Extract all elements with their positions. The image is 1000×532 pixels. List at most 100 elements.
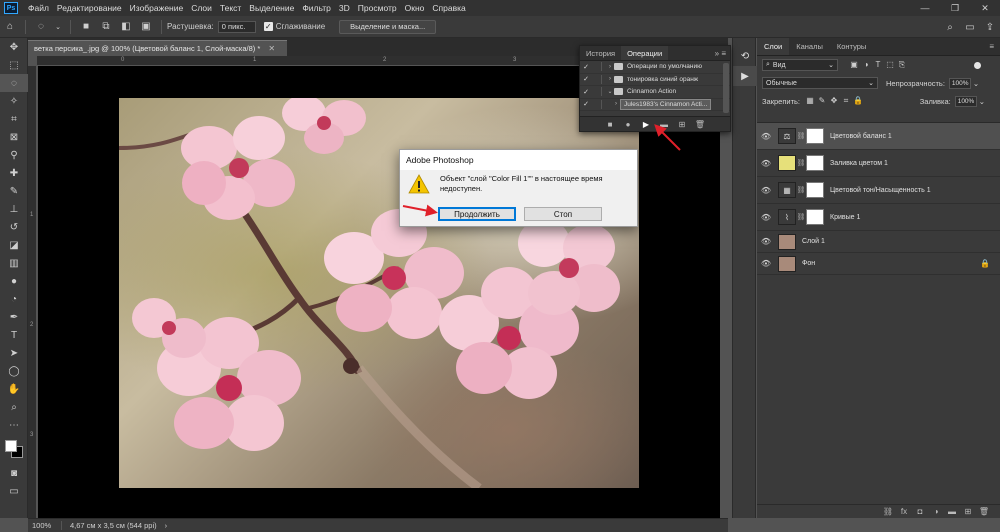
- dialog-toggle[interactable]: [592, 74, 602, 84]
- workspace-icon[interactable]: ▭: [963, 20, 977, 34]
- menu-3d[interactable]: 3D: [335, 3, 354, 13]
- eye-icon[interactable]: 👁: [757, 159, 775, 168]
- hand-tool-icon[interactable]: ✋: [0, 380, 28, 398]
- tab-actions[interactable]: Операции: [621, 46, 669, 60]
- dialog-toggle[interactable]: [592, 62, 602, 72]
- eye-icon[interactable]: 👁: [757, 237, 775, 246]
- eye-icon[interactable]: 👁: [757, 132, 775, 141]
- shape-tool-icon[interactable]: ◯: [0, 362, 28, 380]
- check-icon[interactable]: ✓: [580, 75, 592, 83]
- type-filter-icon[interactable]: T: [872, 60, 884, 70]
- antialias-checkbox[interactable]: ✓: [263, 22, 273, 31]
- eye-icon[interactable]: 👁: [757, 259, 775, 268]
- opacity-input[interactable]: 100%: [948, 77, 971, 89]
- zoom-level[interactable]: 100%: [28, 521, 62, 530]
- adjustment-filter-icon[interactable]: ◑: [860, 60, 872, 70]
- eraser-tool-icon[interactable]: ◪: [0, 236, 28, 254]
- link-icon[interactable]: ⛓: [796, 213, 806, 221]
- intersect-selection-icon[interactable]: ▣: [139, 20, 153, 34]
- share-icon[interactable]: ⇪: [983, 20, 997, 34]
- healing-brush-tool-icon[interactable]: ✚: [0, 164, 28, 182]
- action-set-row[interactable]: ✓ › Операции по умолчанию: [580, 61, 730, 74]
- chevron-down-icon[interactable]: ⌄: [606, 88, 614, 95]
- check-icon[interactable]: ✓: [580, 88, 592, 96]
- chevron-right-icon[interactable]: ›: [606, 76, 614, 82]
- fill-input[interactable]: 100%: [954, 95, 977, 107]
- check-icon[interactable]: ✓: [580, 63, 592, 71]
- minimize-icon[interactable]: —: [910, 0, 940, 16]
- dialog-toggle[interactable]: [592, 87, 602, 97]
- play-icon[interactable]: ▶: [637, 120, 655, 129]
- maximize-icon[interactable]: ❐: [940, 0, 970, 16]
- layer-mask-thumbnail[interactable]: [806, 182, 824, 198]
- layer-row[interactable]: 👁 ⚖ ⛓ Цветовой баланс 1: [757, 123, 1000, 150]
- link-layers-icon[interactable]: ⛓: [880, 507, 896, 516]
- menu-image[interactable]: Изображение: [126, 3, 188, 13]
- lock-icon[interactable]: 🔒: [980, 259, 990, 268]
- menu-select[interactable]: Выделение: [245, 3, 298, 13]
- smart-object-filter-icon[interactable]: ⎘: [896, 60, 908, 70]
- link-icon[interactable]: ⛓: [796, 159, 806, 167]
- new-action-icon[interactable]: ⊞: [673, 120, 691, 129]
- shape-filter-icon[interactable]: ⬚: [884, 60, 896, 70]
- menu-help[interactable]: Справка: [428, 3, 469, 13]
- chevron-down-icon[interactable]: ⌄: [54, 20, 62, 34]
- layer-mask-thumbnail[interactable]: [806, 209, 824, 225]
- chevron-down-icon[interactable]: ⌄: [973, 79, 979, 88]
- chevron-right-icon[interactable]: ›: [165, 521, 168, 530]
- dodge-tool-icon[interactable]: ◔: [0, 290, 28, 308]
- new-layer-icon[interactable]: ⊞: [960, 507, 976, 516]
- action-set-row[interactable]: ✓ › тонировка синий оранж: [580, 74, 730, 86]
- new-group-icon[interactable]: ▬: [944, 507, 960, 516]
- layer-filter-select[interactable]: ⌕ Вид ⌄: [762, 59, 838, 71]
- add-selection-icon[interactable]: ⧉: [99, 20, 113, 34]
- layer-row[interactable]: 👁 ⛓ Заливка цветом 1: [757, 150, 1000, 177]
- menu-view[interactable]: Просмотр: [354, 3, 401, 13]
- layer-row[interactable]: 👁 ⌇ ⛓ Кривые 1: [757, 204, 1000, 231]
- fx-icon[interactable]: fx: [896, 507, 912, 516]
- subtract-selection-icon[interactable]: ◧: [119, 20, 133, 34]
- adjustment-layer-icon[interactable]: ◑: [928, 507, 944, 516]
- record-icon[interactable]: ●: [619, 120, 637, 129]
- tab-channels[interactable]: Каналы: [789, 38, 830, 55]
- tab-paths[interactable]: Контуры: [830, 38, 873, 55]
- chevron-right-icon[interactable]: ›: [612, 101, 620, 107]
- menu-filter[interactable]: Фильтр: [298, 3, 335, 13]
- close-icon[interactable]: ✕: [970, 0, 1000, 16]
- select-and-mask-button[interactable]: Выделение и маска...: [339, 19, 437, 34]
- stamp-tool-icon[interactable]: ⊥: [0, 200, 28, 218]
- magic-wand-tool-icon[interactable]: ✧: [0, 92, 28, 110]
- check-icon[interactable]: ✓: [580, 100, 592, 108]
- continue-button[interactable]: Продолжить: [438, 207, 516, 221]
- lock-artboard-icon[interactable]: ⌗: [840, 96, 852, 106]
- trash-icon[interactable]: 🗑: [691, 120, 709, 129]
- marquee-tool-icon[interactable]: ⬚: [0, 56, 28, 74]
- lock-all-icon[interactable]: 🔒: [852, 96, 864, 106]
- menu-window[interactable]: Окно: [401, 3, 429, 13]
- gradient-tool-icon[interactable]: ▥: [0, 254, 28, 272]
- new-set-icon[interactable]: ▬: [655, 120, 673, 129]
- menu-layers[interactable]: Слои: [187, 3, 216, 13]
- layer-row[interactable]: 👁 Слой 1: [757, 231, 1000, 253]
- pixel-filter-icon[interactable]: ▣: [848, 60, 860, 70]
- lasso-tool-icon[interactable]: ◌: [0, 74, 28, 92]
- move-tool-icon[interactable]: ✥: [0, 38, 28, 56]
- panel-menu-icon[interactable]: » ≡: [711, 46, 730, 60]
- document-tab[interactable]: ветка персика_.jpg @ 100% (Цветовой бала…: [28, 40, 288, 56]
- action-set-row[interactable]: ✓ ⌄ Cinnamon Action: [580, 86, 730, 99]
- crop-tool-icon[interactable]: ⌗: [0, 110, 28, 128]
- tab-layers[interactable]: Слои: [757, 38, 790, 55]
- dialog-toggle[interactable]: [592, 99, 602, 109]
- home-icon[interactable]: ⌂: [3, 20, 17, 34]
- chevron-down-icon[interactable]: ⌄: [979, 97, 985, 106]
- link-icon[interactable]: ⛓: [796, 186, 806, 194]
- brush-tool-icon[interactable]: ✎: [0, 182, 28, 200]
- pen-tool-icon[interactable]: ✒: [0, 308, 28, 326]
- zoom-tool-icon[interactable]: ⌕: [0, 398, 28, 416]
- menu-edit[interactable]: Редактирование: [53, 3, 126, 13]
- lock-position-icon[interactable]: ✥: [828, 96, 840, 106]
- feather-input[interactable]: 0 пикс.: [217, 20, 256, 33]
- frame-tool-icon[interactable]: ⊠: [0, 128, 28, 146]
- lock-transparent-icon[interactable]: ▦: [804, 96, 816, 106]
- layer-mask-thumbnail[interactable]: [806, 155, 824, 171]
